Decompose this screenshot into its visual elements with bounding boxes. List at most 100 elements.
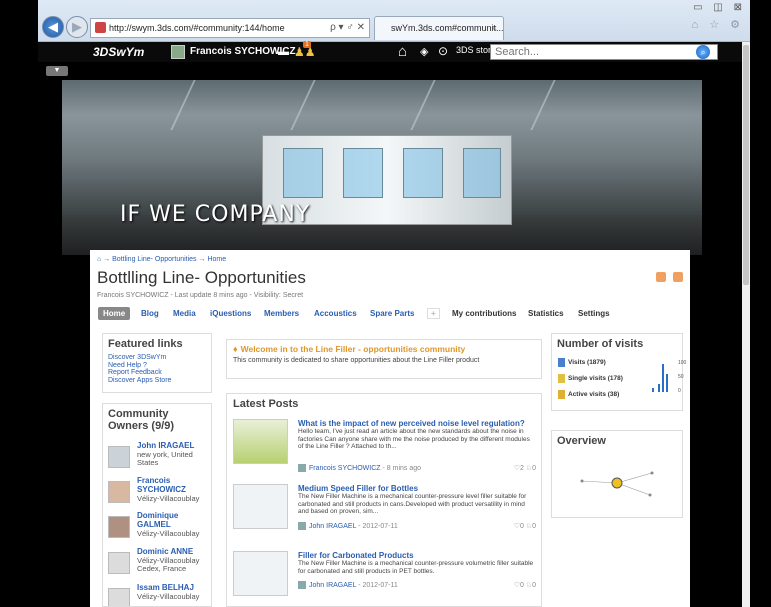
post-title[interactable]: What is the impact of new perceived nois…	[298, 419, 536, 428]
browser-tab[interactable]: swYm.3ds.com#communit... ×	[374, 16, 504, 40]
avatar	[108, 481, 130, 503]
owner-name[interactable]: Francois SYCHOWICZ	[137, 476, 207, 494]
welcome-title[interactable]: Welcome in to the Line Filler - opportun…	[241, 344, 466, 354]
breadcrumb[interactable]: ⌂ → Bottling Line- Opportunities → Home	[97, 256, 226, 263]
tab-media[interactable]: Media	[173, 309, 196, 318]
tab-iquestions[interactable]: iQuestions	[210, 309, 251, 318]
owners-title: Community Owners (9/9)	[108, 408, 175, 432]
community-owners-panel: Community Owners (9/9) John IRAGAEL new …	[102, 403, 212, 607]
pin-icon: ♦	[233, 344, 238, 354]
legend-swatch	[558, 390, 565, 399]
avatar	[108, 552, 130, 574]
post-footer: John IRAGAEL - 2012-07-11 ♡0 ♘0	[298, 522, 536, 530]
post-item: Filler for Carbonated Products The New F…	[233, 551, 537, 601]
post-date: - 8 mins ago	[382, 464, 422, 472]
featured-link[interactable]: Need Help ?	[108, 362, 206, 370]
tab-settings[interactable]: Settings	[578, 309, 610, 318]
community-tabs: Home Blog Media iQuestions Members Accou…	[98, 307, 682, 323]
community-banner: IF WE COMPANY	[62, 80, 702, 255]
address-bar[interactable]: http://swym.3ds.com/#community:144/home …	[90, 18, 370, 38]
owner-item[interactable]: Francois SYCHOWICZ Vélizy-Villacoublay	[108, 476, 208, 513]
post-thumbnail[interactable]	[233, 551, 288, 596]
post-author[interactable]: John IRAGAEL	[309, 582, 356, 589]
community-content: ⌂ → Bottling Line- Opportunities → Home …	[90, 250, 690, 607]
tab-spare-parts[interactable]: Spare Parts	[370, 309, 414, 318]
forward-button[interactable]: ▶	[66, 16, 88, 38]
tab-title: swYm.3ds.com#communit...	[391, 23, 504, 33]
tab-blog[interactable]: Blog	[141, 309, 159, 318]
post-title[interactable]: Filler for Carbonated Products	[298, 551, 536, 560]
post-stats[interactable]: ♡0 ♘0	[514, 581, 536, 589]
owner-location: new york, United States	[137, 450, 193, 467]
visits-label: Active visits (38)	[568, 391, 620, 399]
avatar	[108, 588, 130, 606]
overview-panel: Overview	[551, 430, 683, 518]
visits-panel: Number of visits Visits (1879) Single vi…	[551, 333, 686, 411]
play-icon[interactable]: ⊙	[438, 44, 448, 58]
browser-icons[interactable]: ⌂ ☆ ⚙	[692, 18, 744, 31]
owner-name[interactable]: Dominique GALMEL	[137, 511, 207, 529]
welcome-heading: ♦ Welcome in to the Line Filler - opportu…	[233, 344, 535, 354]
post-stats[interactable]: ♡0 ♘0	[514, 522, 536, 530]
latest-posts-title: Latest Posts	[233, 398, 299, 410]
close-tab-icon[interactable]: ×	[492, 17, 497, 39]
post-date: - 2012-07-11	[358, 581, 398, 589]
ceiling-truss	[170, 80, 254, 130]
post-author[interactable]: John IRAGAEL	[309, 523, 356, 530]
post-title[interactable]: Medium Speed Filler for Bottles	[298, 484, 536, 493]
avatar	[108, 516, 130, 538]
owner-item[interactable]: Issam BELHAJ Vélizy-Villacoublay	[108, 583, 208, 606]
rss-icon[interactable]	[656, 272, 666, 282]
owner-location: Vélizy-Villacoublay Cedex, France	[137, 556, 200, 573]
post-footer: Francois SYCHOWICZ - 8 mins ago ♡2 ♘0	[298, 464, 536, 472]
favorite-icon[interactable]	[673, 272, 683, 282]
post-item: Medium Speed Filler for Bottles The New …	[233, 484, 537, 540]
window-controls[interactable]: ▭ ◫ ⊠	[693, 2, 746, 13]
compass-icon[interactable]: ◈	[420, 45, 428, 58]
search-icon[interactable]: ⌕	[696, 45, 710, 59]
post-thumbnail[interactable]	[233, 484, 288, 529]
home-icon[interactable]: ⌂	[398, 43, 407, 60]
browser-toolbar: ◀ ▶ http://swym.3ds.com/#community:144/h…	[38, 0, 750, 42]
collapse-toggle[interactable]: ▼	[46, 66, 68, 76]
tab-home[interactable]: Home	[98, 307, 131, 320]
owner-item[interactable]: John IRAGAEL new york, United States	[108, 441, 208, 478]
address-tools[interactable]: ρ ▾ ♂ ✕	[330, 19, 365, 37]
visits-legend-item: Visits (1879)	[558, 358, 606, 367]
avatar	[298, 464, 306, 472]
back-button[interactable]: ◀	[42, 16, 64, 38]
owner-location: Vélizy-Villacoublay	[137, 529, 200, 538]
visits-legend-item: Single visits (178)	[558, 374, 623, 383]
notification-badge: 1	[303, 41, 311, 48]
user-avatar[interactable]	[171, 45, 185, 59]
featured-links-panel: Featured links Discover 3DSwYm Need Help…	[102, 333, 212, 393]
ceiling-truss	[530, 80, 614, 130]
ceiling-truss	[410, 80, 494, 130]
screen: ◀ ▶ http://swym.3ds.com/#community:144/h…	[0, 0, 771, 607]
featured-links-title: Featured links	[108, 338, 183, 350]
scrollbar-thumb[interactable]	[743, 45, 749, 285]
visits-title: Number of visits	[557, 338, 644, 350]
post-thumbnail[interactable]	[233, 419, 288, 464]
tab-members[interactable]: Members	[264, 309, 299, 318]
tab-my-contributions[interactable]: My contributions	[452, 309, 516, 318]
featured-link[interactable]: Discover 3DSwYm	[108, 354, 206, 362]
featured-link[interactable]: Discover Apps Store	[108, 377, 206, 385]
app-logo[interactable]: 3DSwYm	[93, 45, 144, 59]
search-input[interactable]	[490, 44, 718, 60]
post-footer: John IRAGAEL - 2012-07-11 ♡0 ♘0	[298, 581, 536, 589]
axis-label: 0	[678, 388, 681, 394]
owner-item[interactable]: Dominic ANNE Vélizy-Villacoublay Cedex, …	[108, 547, 208, 584]
tab-statistics[interactable]: Statistics	[528, 309, 564, 318]
post-author[interactable]: Francois SYCHOWICZ	[309, 465, 381, 472]
overview-title: Overview	[557, 435, 606, 447]
featured-link[interactable]: Report Feedback	[108, 369, 206, 377]
owner-item[interactable]: Dominique GALMEL Vélizy-Villacoublay	[108, 511, 208, 548]
post-stats[interactable]: ♡2 ♘0	[514, 464, 536, 472]
tab-accoustics[interactable]: Accoustics	[314, 309, 357, 318]
legend-swatch	[558, 358, 565, 367]
welcome-panel: ♦ Welcome in to the Line Filler - opportu…	[226, 339, 542, 379]
add-tab-button[interactable]: +	[427, 308, 440, 319]
overview-graph[interactable]	[562, 453, 672, 513]
chat-icon[interactable]: ▬	[278, 46, 289, 58]
